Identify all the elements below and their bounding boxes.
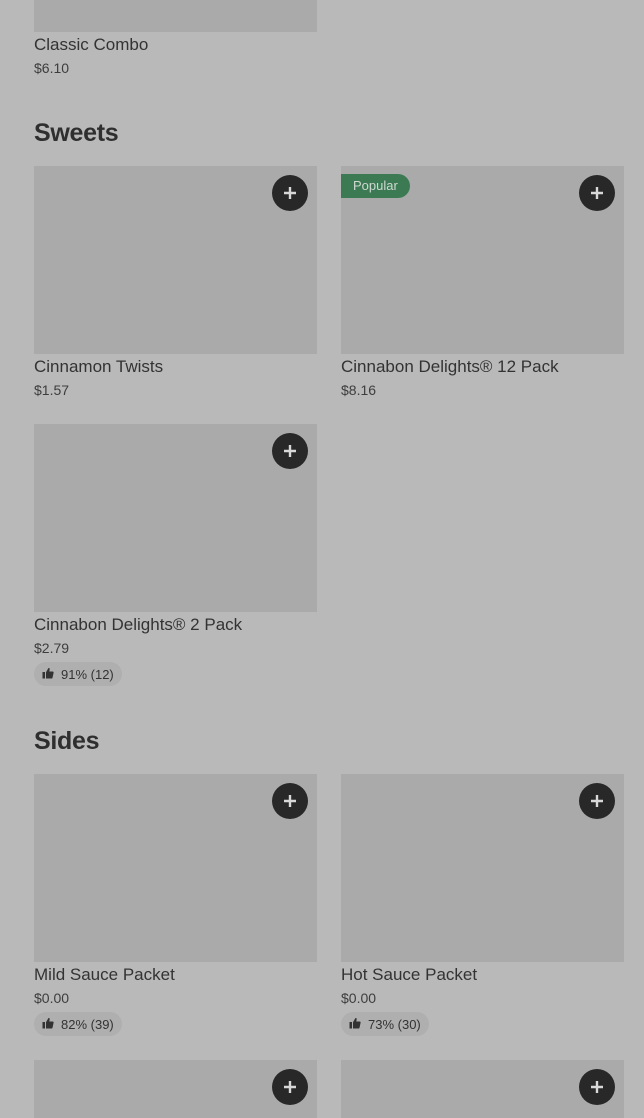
plus-icon	[284, 795, 296, 807]
menu-item-name[interactable]: Hot Sauce Packet	[341, 965, 477, 985]
plus-icon	[284, 1081, 296, 1093]
add-to-cart-button[interactable]	[272, 1069, 308, 1105]
add-to-cart-button[interactable]	[272, 175, 308, 211]
menu-item-name[interactable]: Cinnamon Twists	[34, 357, 163, 377]
menu-item-price: $1.57	[34, 382, 70, 398]
plus-icon	[591, 795, 603, 807]
add-to-cart-button[interactable]	[579, 175, 615, 211]
plus-icon	[284, 187, 296, 199]
thumbs-up-icon	[42, 667, 54, 682]
section-title-sweets: Sweets	[34, 119, 119, 147]
thumbs-up-icon	[349, 1017, 361, 1032]
menu-item-price: $0.00	[34, 990, 70, 1006]
classic-combo-image[interactable]	[34, 0, 317, 32]
rating-text: 73% (30)	[368, 1016, 421, 1032]
menu-item-name[interactable]: Cinnabon Delights® 12 Pack	[341, 357, 559, 377]
section-title-sides: Sides	[34, 727, 100, 755]
rating-text: 82% (39)	[61, 1016, 114, 1032]
menu-item-name[interactable]: Cinnabon Delights® 2 Pack	[34, 615, 242, 635]
thumbs-up-icon	[42, 1017, 54, 1032]
plus-icon	[591, 1081, 603, 1093]
add-to-cart-button[interactable]	[272, 433, 308, 469]
rating-text: 91% (12)	[61, 666, 114, 682]
menu-item-name[interactable]: Mild Sauce Packet	[34, 965, 175, 985]
plus-icon	[591, 187, 603, 199]
menu-item-price: $2.79	[34, 640, 70, 656]
plus-icon	[284, 445, 296, 457]
popular-badge: Popular	[341, 174, 410, 198]
add-to-cart-button[interactable]	[272, 783, 308, 819]
rating-badge: 82% (39)	[34, 1012, 122, 1036]
menu-item-price: $0.00	[341, 990, 377, 1006]
rating-badge: 73% (30)	[341, 1012, 429, 1036]
rating-badge: 91% (12)	[34, 662, 122, 686]
classic-combo-name[interactable]: Classic Combo	[34, 35, 148, 55]
add-to-cart-button[interactable]	[579, 1069, 615, 1105]
add-to-cart-button[interactable]	[579, 783, 615, 819]
menu-item-price: $8.16	[341, 382, 377, 398]
classic-combo-price: $6.10	[34, 60, 70, 76]
